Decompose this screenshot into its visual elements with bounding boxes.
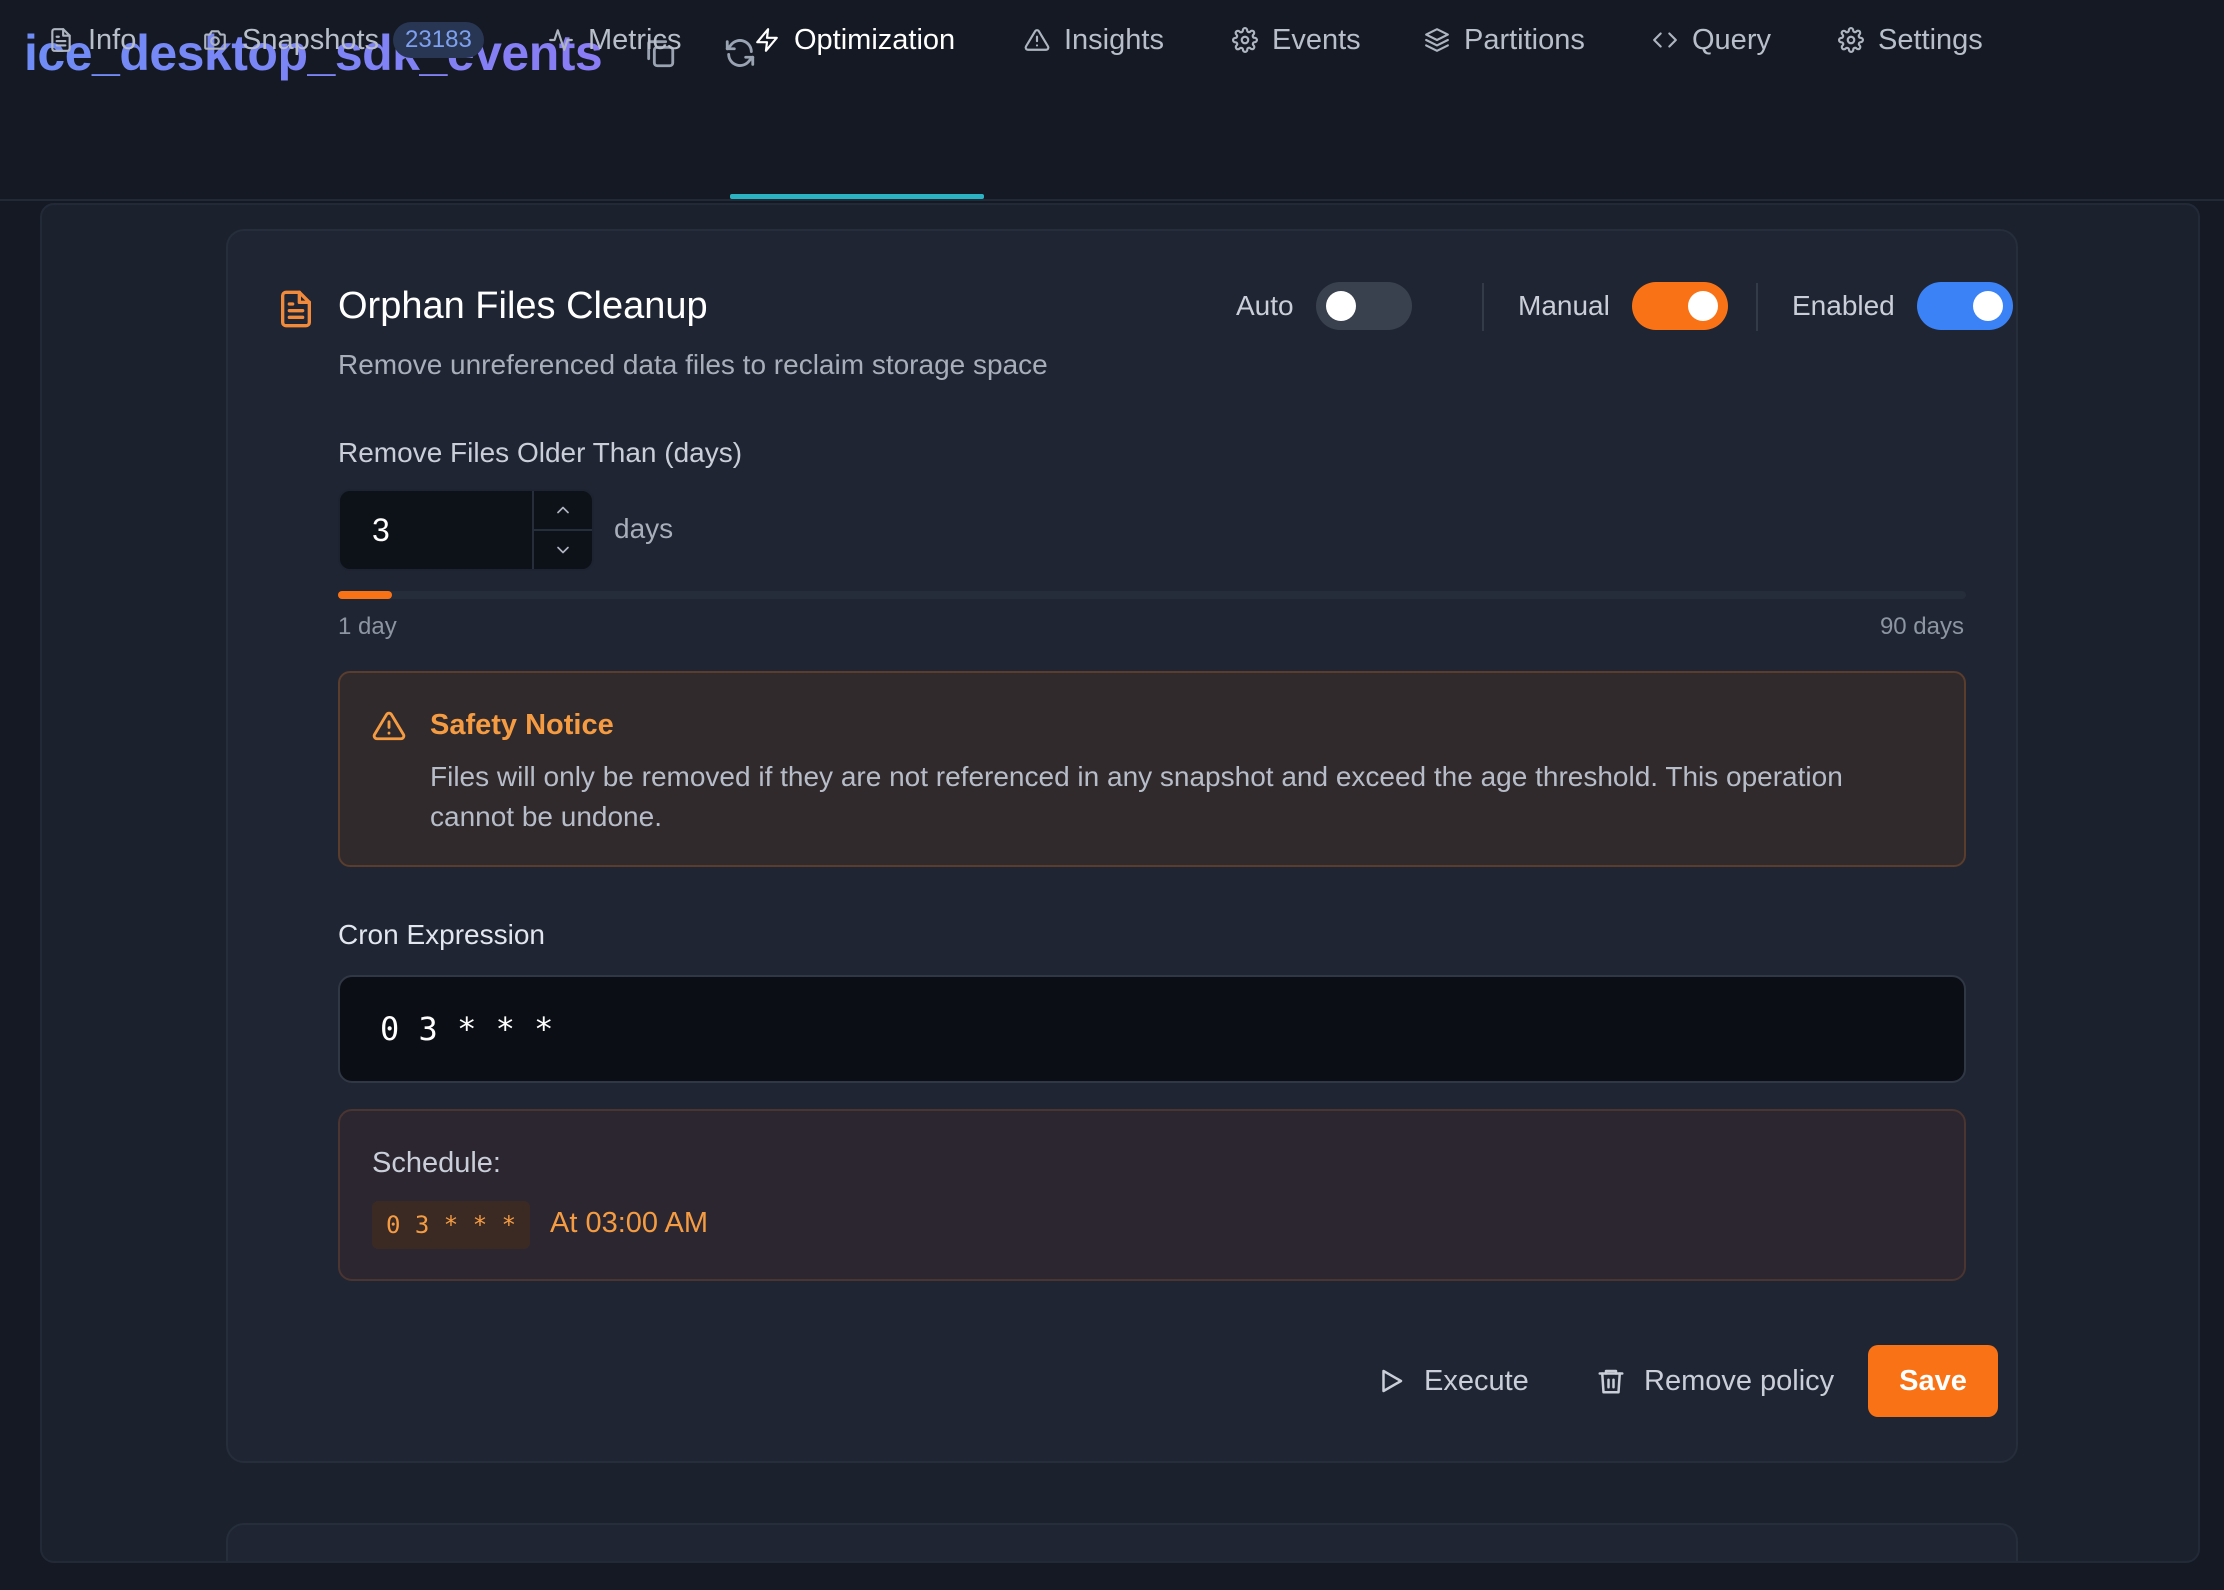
days-slider[interactable]: [338, 591, 1966, 599]
active-tab-indicator: [730, 194, 984, 199]
enabled-label: Enabled: [1792, 290, 1895, 321]
next-policy-card: [226, 1523, 2018, 1561]
older-than-label: Remove Files Older Than (days): [338, 437, 743, 468]
auto-toggle-group: Auto: [1236, 281, 1412, 331]
code-icon: [1652, 27, 1678, 53]
execute-label: Execute: [1424, 1364, 1529, 1397]
cron-label: Cron Expression: [338, 919, 545, 950]
activity-icon: [548, 27, 574, 53]
remove-policy-label: Remove policy: [1644, 1364, 1835, 1397]
warning-icon: [1024, 27, 1050, 53]
optimization-panel: Orphan Files Cleanup Remove unreferenced…: [40, 203, 2200, 1563]
manual-toggle[interactable]: [1631, 282, 1728, 330]
document-icon: [276, 287, 316, 331]
gear-icon: [1232, 27, 1258, 53]
page-header: ice_desktop_sdk_events Info Snapshots 23…: [0, 0, 2224, 201]
tab-info[interactable]: Info: [48, 0, 136, 80]
camera-icon: [202, 27, 228, 53]
cron-input[interactable]: 0 3 * * *: [338, 975, 1966, 1083]
safety-notice: Safety Notice Files will only be removed…: [338, 671, 1966, 867]
schedule-cron-code: 0 3 * * *: [372, 1201, 531, 1249]
enabled-toggle[interactable]: [1916, 282, 2013, 330]
layers-icon: [1424, 27, 1450, 53]
remove-policy-button[interactable]: Remove policy: [1596, 1345, 1834, 1417]
days-value[interactable]: 3: [340, 491, 532, 569]
tab-label: Insights: [1064, 23, 1164, 56]
file-icon: [48, 27, 74, 53]
manual-label: Manual: [1518, 290, 1610, 321]
auto-toggle[interactable]: [1315, 282, 1412, 330]
tab-label: Snapshots: [242, 23, 380, 56]
tab-optimization[interactable]: Optimization: [754, 0, 955, 80]
save-button[interactable]: Save: [1868, 1345, 1998, 1417]
chevron-up-icon: [553, 500, 573, 520]
tab-label: Query: [1692, 23, 1771, 56]
manual-toggle-group: Manual: [1518, 281, 1728, 331]
days-unit-label: days: [614, 513, 674, 544]
policy-description: Remove unreferenced data files to reclai…: [338, 349, 1048, 380]
tab-partitions[interactable]: Partitions: [1424, 0, 1585, 80]
tab-events[interactable]: Events: [1232, 0, 1361, 80]
toggle-knob: [1325, 291, 1356, 321]
snapshot-count-badge: 23183: [393, 22, 484, 58]
increment-button[interactable]: [534, 491, 592, 529]
stepper-buttons: [532, 491, 592, 569]
lightning-icon: [754, 27, 780, 53]
slider-fill: [338, 591, 392, 599]
gear-icon: [1838, 27, 1864, 53]
days-stepper[interactable]: 3: [338, 489, 594, 571]
tab-metrics[interactable]: Metrics: [548, 0, 681, 80]
toggle-knob: [1972, 291, 2003, 321]
tab-label: Events: [1272, 23, 1361, 56]
toggle-divider: [1756, 283, 1758, 331]
tab-snapshots[interactable]: Snapshots 23183: [202, 0, 484, 80]
decrement-button[interactable]: [534, 529, 592, 569]
tab-insights[interactable]: Insights: [1024, 0, 1164, 80]
schedule-preview: Schedule: 0 3 * * * At 03:00 AM: [338, 1109, 1966, 1281]
tab-label: Settings: [1878, 23, 1983, 56]
auto-label: Auto: [1236, 290, 1294, 321]
execute-button[interactable]: Execute: [1376, 1345, 1529, 1417]
policy-title: Orphan Files Cleanup: [338, 285, 708, 327]
slider-min-label: 1 day: [338, 613, 397, 640]
schedule-label: Schedule:: [372, 1147, 501, 1179]
trash-icon: [1596, 1366, 1626, 1396]
tab-settings[interactable]: Settings: [1838, 0, 1983, 80]
schedule-description: At 03:00 AM: [550, 1207, 708, 1239]
enabled-toggle-group: Enabled: [1792, 281, 2013, 331]
chevron-down-icon: [553, 540, 573, 560]
tab-label: Optimization: [794, 23, 956, 56]
tab-query[interactable]: Query: [1652, 0, 1771, 80]
notice-title: Safety Notice: [430, 709, 614, 741]
tab-label: Info: [88, 23, 137, 56]
policy-card: Orphan Files Cleanup Remove unreferenced…: [226, 229, 2018, 1463]
tab-label: Partitions: [1464, 23, 1585, 56]
toggle-divider: [1482, 283, 1484, 331]
tab-label: Metrics: [588, 23, 682, 56]
warning-icon: [372, 709, 406, 743]
slider-max-label: 90 days: [1879, 613, 1964, 640]
play-icon: [1376, 1366, 1406, 1396]
toggle-knob: [1687, 291, 1718, 321]
notice-text: Files will only be removed if they are n…: [430, 761, 1843, 832]
